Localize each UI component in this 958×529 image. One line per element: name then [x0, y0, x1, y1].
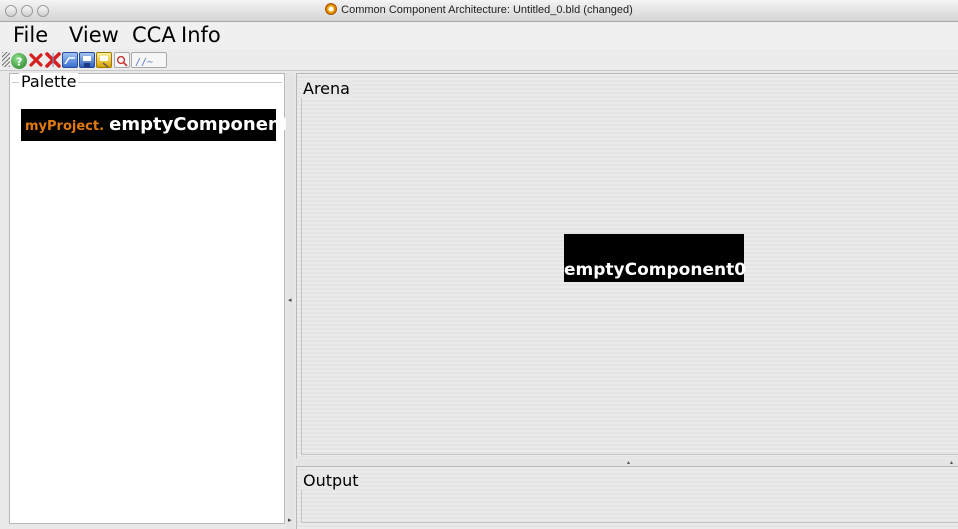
arena-panel[interactable]: Arena emptyComponent0	[296, 73, 958, 459]
collapse-down-icon[interactable]: ▸	[288, 516, 292, 524]
palette-component-item[interactable]: myProject. emptyComponent	[21, 109, 289, 141]
expand-up-small-icon[interactable]: ▴	[950, 459, 953, 466]
toolbar-grip[interactable]	[2, 52, 10, 67]
title-bar[interactable]: Common Component Architecture: Untitled_…	[0, 0, 958, 22]
collapse-left-icon[interactable]: ◂	[288, 296, 292, 304]
open-icon[interactable]	[62, 52, 78, 68]
toolbar: ? //~	[0, 49, 958, 71]
help-icon[interactable]: ?	[11, 53, 27, 69]
menu-bar: File View CCA Info	[0, 22, 958, 49]
menu-info[interactable]: Info	[181, 23, 221, 47]
delete-icon[interactable]	[28, 52, 44, 68]
search-icon[interactable]	[114, 52, 130, 68]
arena-component[interactable]: emptyComponent0	[564, 234, 747, 282]
palette-title: Palette	[19, 72, 79, 91]
app-window: Common Component Architecture: Untitled_…	[0, 0, 958, 529]
delete-all-icon[interactable]	[45, 52, 61, 68]
svg-text://~: //~	[135, 57, 153, 68]
menu-view[interactable]: View	[69, 23, 119, 47]
palette-panel: Palette myProject. emptyComponent	[9, 72, 289, 524]
arena-title: Arena	[301, 79, 352, 98]
window-title-container: Common Component Architecture: Untitled_…	[0, 3, 958, 16]
save-as-icon[interactable]	[96, 52, 112, 68]
menu-file[interactable]: File	[13, 23, 48, 47]
cca-app-icon	[325, 3, 338, 15]
script-icon[interactable]: //~	[131, 52, 167, 68]
component-package-label: myProject.	[25, 119, 105, 134]
component-name-label: emptyComponent	[109, 114, 290, 135]
expand-up-icon[interactable]: ▴	[627, 459, 630, 466]
output-border	[301, 482, 958, 523]
svg-text:?: ?	[16, 56, 22, 69]
horizontal-splitter[interactable]: ▴ ▴	[296, 459, 958, 466]
arena-component-label: emptyComponent0	[564, 260, 747, 280]
output-title: Output	[301, 471, 361, 490]
save-icon[interactable]	[79, 52, 95, 68]
menu-cca[interactable]: CCA	[132, 23, 176, 47]
output-panel: Output	[296, 466, 958, 529]
window-title: Common Component Architecture: Untitled_…	[341, 4, 633, 16]
